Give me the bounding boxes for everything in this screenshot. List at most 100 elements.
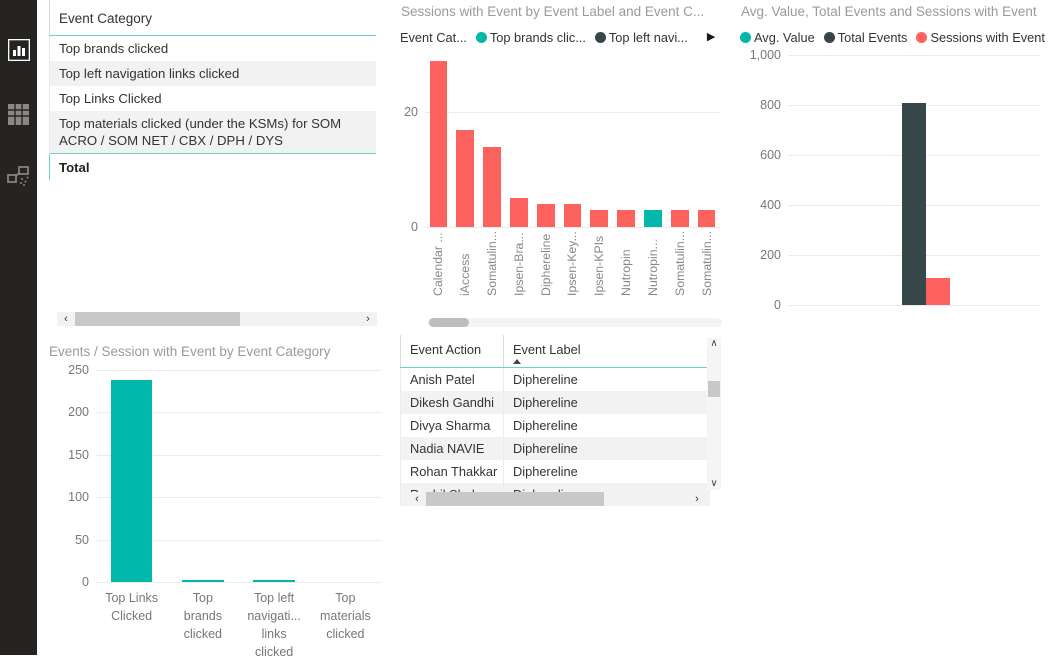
x-label-text: Diphereline xyxy=(539,231,553,296)
bars-layer xyxy=(788,55,1040,305)
x-axis-label: Nutropin... xyxy=(640,231,667,296)
bar-8[interactable] xyxy=(644,210,662,227)
chart-title: Avg. Value, Total Events and Sessions wi… xyxy=(741,4,1050,20)
chart-legend: Avg. Value Total Events Sessions with Ev… xyxy=(740,30,1050,45)
scroll-left-icon[interactable]: ‹ xyxy=(57,312,75,326)
legend-item-label: Top left navi... xyxy=(609,30,688,45)
x-label-text: Somatulin... xyxy=(700,231,714,296)
plot-area: 1,000 800 600 400 200 0 xyxy=(788,55,1040,305)
scroll-right-icon[interactable]: › xyxy=(359,312,377,326)
y-axis-tick-label: 200 xyxy=(68,405,96,419)
matrix-table: Event Category Top brands clicked Top le… xyxy=(49,0,376,180)
bar-slot xyxy=(666,55,693,227)
legend-item-total-events[interactable]: Total Events xyxy=(824,30,908,45)
column-header-event-label[interactable]: Event Label xyxy=(504,335,711,368)
bar-slot xyxy=(310,370,381,582)
scroll-thumb[interactable] xyxy=(75,312,240,326)
sessions-chart-horizontal-scrollbar[interactable] xyxy=(427,318,722,327)
x-label-line: brands xyxy=(167,607,238,625)
table-row[interactable]: Top materials clicked (under the KSMs) f… xyxy=(50,111,377,154)
sidebar-item-data-view[interactable] xyxy=(0,90,37,138)
table-row[interactable]: Divya SharmaDiphereline xyxy=(401,414,711,437)
legend-title: Event Cat... xyxy=(400,30,467,45)
bar-0[interactable] xyxy=(430,61,448,227)
cell-event-action: Anish Patel xyxy=(401,368,504,392)
bar-total-events[interactable] xyxy=(902,103,926,306)
legend-item-top-brands-clicked[interactable]: Top brands clic... xyxy=(476,30,586,45)
y-axis-tick-label: 50 xyxy=(75,533,96,547)
matrix-column-header[interactable]: Event Category xyxy=(50,0,377,36)
bar-slot xyxy=(452,55,479,227)
table-row[interactable]: Top brands clicked xyxy=(50,36,377,62)
bar-sessions-with-event[interactable] xyxy=(926,278,950,306)
legend-item-label: Avg. Value xyxy=(754,30,815,45)
scroll-down-icon[interactable]: ∨ xyxy=(710,478,717,490)
axis-baseline: 0 xyxy=(425,227,720,228)
scroll-track[interactable] xyxy=(75,312,359,326)
cell-event-label: Diphereline xyxy=(504,368,711,392)
scroll-up-icon[interactable]: ∧ xyxy=(710,338,717,350)
matrix-horizontal-scrollbar[interactable]: ‹ › xyxy=(57,312,377,326)
bar-3[interactable] xyxy=(510,198,528,227)
legend-next-page-icon[interactable]: ▶ xyxy=(707,32,715,43)
x-axis-label: Somatulin... xyxy=(693,231,720,296)
y-axis-tick-label: 0 xyxy=(82,575,96,589)
legend-item-sessions-with-event[interactable]: Sessions with Event xyxy=(916,30,1045,45)
bar-slot xyxy=(532,55,559,227)
bar-top-links-clicked[interactable] xyxy=(111,380,152,582)
bar-2[interactable] xyxy=(483,147,501,227)
column-header-event-action[interactable]: Event Action xyxy=(401,335,504,368)
y-axis-tick-label: 100 xyxy=(68,490,96,504)
y-axis-tick-label: 250 xyxy=(68,363,96,377)
sidebar-item-report-view[interactable] xyxy=(0,26,37,74)
bar-top-brands-clicked[interactable] xyxy=(182,580,223,582)
scroll-left-icon[interactable]: ‹ xyxy=(408,492,426,506)
bar-10[interactable] xyxy=(698,210,716,227)
bar-4[interactable] xyxy=(537,204,555,227)
chart-title: Events / Session with Event by Event Cat… xyxy=(49,344,389,360)
x-axis-label: Top left navigati... links clicked xyxy=(239,589,310,661)
x-axis-labels: Top Links Clicked Top brands clicked Top… xyxy=(96,589,381,661)
bar-7[interactable] xyxy=(617,210,635,227)
x-label-text: Somatulin... xyxy=(673,231,687,296)
events-data-table: Event Action Event Label Anish PatelDiph… xyxy=(400,335,725,510)
table-row[interactable]: Anish PatelDiphereline xyxy=(401,368,711,392)
legend-item-avg-value[interactable]: Avg. Value xyxy=(740,30,815,45)
table-row[interactable]: Nadia NAVIEDiphereline xyxy=(401,437,711,460)
table-row[interactable]: Top Links Clicked xyxy=(50,86,377,111)
x-label-line: clicked xyxy=(239,643,310,661)
bar-6[interactable] xyxy=(590,210,608,227)
bar-slot xyxy=(425,55,452,227)
bar-slot xyxy=(479,55,506,227)
bars-layer xyxy=(96,370,381,582)
x-label-text: Ipsen-KPIs xyxy=(592,231,606,296)
sidebar-item-model-view[interactable] xyxy=(0,152,37,200)
scroll-thumb[interactable] xyxy=(708,381,720,397)
cell-event-action: Nadia NAVIE xyxy=(401,437,504,460)
events-table-horizontal-scrollbar[interactable]: ‹ › xyxy=(408,492,706,506)
bar-top-left-navigation-links-clicked[interactable] xyxy=(253,580,294,582)
x-axis-label: Top brands clicked xyxy=(167,589,238,661)
bar-slot xyxy=(505,55,532,227)
bar-1[interactable] xyxy=(456,130,474,227)
bar-slot xyxy=(239,370,310,582)
bar-slot xyxy=(693,55,720,227)
bar-5[interactable] xyxy=(564,204,582,227)
chart-legend: Event Cat... Top brands clic... Top left… xyxy=(400,30,725,45)
x-axis-label: Somatulin... xyxy=(666,231,693,296)
x-axis-label: iAccess xyxy=(452,231,479,296)
table-row-total[interactable]: Total xyxy=(50,154,377,181)
scroll-track[interactable] xyxy=(426,492,688,506)
table-row[interactable]: Top left navigation links clicked xyxy=(50,61,377,86)
table-row[interactable]: Rohan ThakkarDiphereline xyxy=(401,460,711,483)
x-label-line: Top left xyxy=(239,589,310,607)
legend-color-swatch-icon xyxy=(595,32,606,43)
bars-layer xyxy=(425,55,720,227)
scroll-right-icon[interactable]: › xyxy=(688,492,706,506)
table-row[interactable]: Dikesh GandhiDiphereline xyxy=(401,391,711,414)
legend-item-top-left-navigation[interactable]: Top left navi... xyxy=(595,30,688,45)
bar-9[interactable] xyxy=(671,210,689,227)
events-table-vertical-scrollbar[interactable]: ∧ ∨ xyxy=(707,338,721,490)
scroll-thumb[interactable] xyxy=(429,318,469,327)
scroll-thumb[interactable] xyxy=(426,492,604,506)
